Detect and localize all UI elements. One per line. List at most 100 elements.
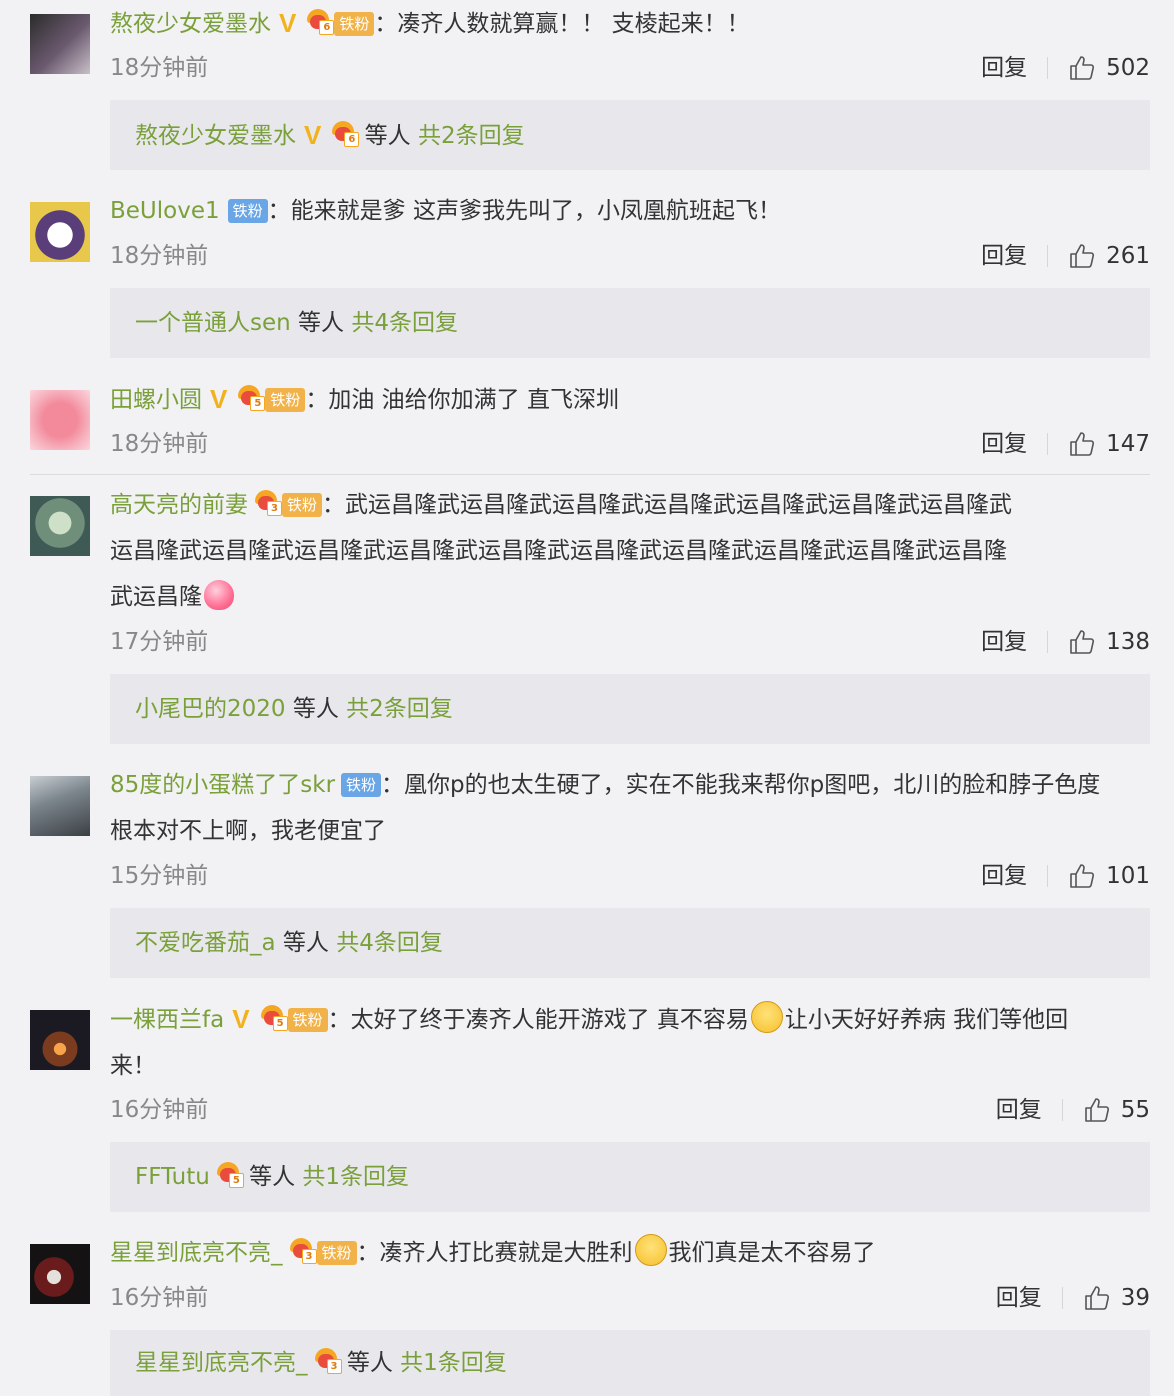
fan-badge: 铁粉 bbox=[287, 1008, 328, 1032]
comment-actions: 回复 55 bbox=[996, 1095, 1150, 1125]
like-count: 261 bbox=[1106, 243, 1150, 269]
timestamp: 16分钟前 bbox=[110, 1097, 209, 1123]
divider bbox=[1061, 1099, 1063, 1121]
divider bbox=[1047, 245, 1049, 267]
comment-body: 高天亮的前妻 3 铁粉 ：武运昌隆武运昌隆武运昌隆武运昌隆武运昌隆武运昌隆武运昌隆武 … bbox=[110, 482, 1148, 620]
thumbs-up-icon[interactable] bbox=[1068, 862, 1096, 890]
sub-reply-user[interactable]: 一个普通人sen bbox=[135, 310, 291, 336]
crown-icon: 6 bbox=[304, 9, 335, 35]
avatar[interactable] bbox=[30, 496, 90, 556]
sub-reply-etc: 等人 bbox=[364, 123, 411, 149]
comment-body: 85度的小蛋糕了了skr 铁粉 ：凰你p的也太生硬了，实在不能我来帮你p图吧，北川的… bbox=[110, 762, 1148, 854]
fan-badge: 铁粉 bbox=[341, 773, 382, 797]
sub-replies-box[interactable]: 不爱吃番茄_a 等人 共4条回复 bbox=[110, 908, 1150, 978]
username[interactable]: 星星到底亮不亮_ bbox=[110, 1240, 283, 1266]
avatar[interactable] bbox=[30, 776, 90, 836]
reply-button[interactable]: 回复 bbox=[996, 1283, 1042, 1313]
comment-text: 来！ bbox=[110, 1053, 156, 1079]
sub-reply-etc: 等人 bbox=[249, 1164, 296, 1190]
avatar[interactable] bbox=[30, 1010, 90, 1070]
comment-actions: 回复 39 bbox=[996, 1283, 1150, 1313]
sub-reply-count[interactable]: 共2条回复 bbox=[418, 123, 525, 149]
crying-emoji-icon bbox=[750, 1001, 783, 1033]
timestamp: 16分钟前 bbox=[110, 1285, 209, 1311]
like-count: 55 bbox=[1120, 1097, 1150, 1123]
sub-reply-user[interactable]: 不爱吃番茄_a bbox=[135, 930, 276, 956]
sub-reply-count[interactable]: 共1条回复 bbox=[302, 1164, 409, 1190]
comment-actions: 回复 502 bbox=[981, 53, 1150, 83]
avatar[interactable] bbox=[30, 14, 90, 74]
username[interactable]: 高天亮的前妻 bbox=[110, 492, 248, 518]
sub-replies-box[interactable]: 小尾巴的2020 等人 共2条回复 bbox=[110, 674, 1150, 744]
avatar[interactable] bbox=[30, 1244, 90, 1304]
comment-actions: 回复 261 bbox=[981, 241, 1150, 271]
sub-reply-count[interactable]: 共4条回复 bbox=[336, 930, 443, 956]
sub-reply-count[interactable]: 共4条回复 bbox=[351, 310, 458, 336]
comment-text: ：凑齐人数就算赢！！ 支棱起来！！ bbox=[374, 11, 750, 37]
reply-button[interactable]: 回复 bbox=[981, 241, 1027, 271]
verified-v-icon: V bbox=[232, 1004, 250, 1034]
comment-text: ：凑齐人打比赛就是大胜利 bbox=[356, 1240, 633, 1266]
like-count: 101 bbox=[1106, 863, 1150, 889]
thumbs-up-icon[interactable] bbox=[1083, 1284, 1111, 1312]
reply-button[interactable]: 回复 bbox=[981, 627, 1027, 657]
sub-reply-etc: 等人 bbox=[282, 930, 329, 956]
timestamp: 18分钟前 bbox=[110, 55, 209, 81]
username[interactable]: BeUlove1 bbox=[110, 198, 220, 224]
sub-reply-count[interactable]: 共1条回复 bbox=[400, 1350, 507, 1376]
crown-icon: 3 bbox=[287, 1238, 317, 1264]
like-count: 502 bbox=[1106, 55, 1150, 81]
sub-reply-user[interactable]: 熬夜少女爱墨水 bbox=[135, 123, 296, 149]
sub-reply-user[interactable]: FFTutu bbox=[135, 1164, 210, 1190]
comment-body: 田螺小圆 V 5 铁粉 ：加油 油给你加满了 直飞深圳 bbox=[110, 376, 1148, 423]
comment-divider bbox=[30, 474, 1150, 475]
timestamp: 18分钟前 bbox=[110, 243, 209, 269]
sub-reply-etc: 等人 bbox=[298, 310, 345, 336]
sub-reply-etc: 等人 bbox=[292, 696, 339, 722]
avatar[interactable] bbox=[30, 390, 90, 450]
sub-reply-user[interactable]: 小尾巴的2020 bbox=[135, 696, 286, 722]
thumbs-up-icon[interactable] bbox=[1068, 628, 1096, 656]
sub-reply-user[interactable]: 星星到底亮不亮_ bbox=[135, 1350, 308, 1376]
thumbs-up-icon[interactable] bbox=[1068, 242, 1096, 270]
divider bbox=[1047, 433, 1049, 455]
reply-button[interactable]: 回复 bbox=[996, 1095, 1042, 1125]
reply-button[interactable]: 回复 bbox=[981, 429, 1027, 459]
sub-replies-box[interactable]: 熬夜少女爱墨水 V 6 等人 共2条回复 bbox=[110, 100, 1150, 170]
sub-replies-box[interactable]: FFTutu 5 等人 共1条回复 bbox=[110, 1142, 1150, 1212]
crown-icon: 5 bbox=[235, 385, 266, 411]
comment-body: 星星到底亮不亮_ 3 铁粉 ：凑齐人打比赛就是大胜利 我们真是太不容易了 bbox=[110, 1230, 1148, 1276]
like-count: 138 bbox=[1106, 629, 1150, 655]
comment-text: ：凰你p的也太生硬了，实在不能我来帮你p图吧，北川的脸和脖子色度 bbox=[381, 772, 1101, 798]
fan-badge: 铁粉 bbox=[265, 388, 306, 412]
sub-replies-box[interactable]: 星星到底亮不亮_ 3 等人 共1条回复 bbox=[110, 1330, 1150, 1396]
sub-replies-box[interactable]: 一个普通人sen 等人 共4条回复 bbox=[110, 288, 1150, 358]
username[interactable]: 熬夜少女爱墨水 bbox=[110, 11, 271, 37]
username[interactable]: 一棵西兰fa bbox=[110, 1007, 224, 1033]
username[interactable]: 田螺小圆 bbox=[110, 387, 202, 413]
comment-text: 运昌隆武运昌隆武运昌隆武运昌隆武运昌隆武运昌隆武运昌隆武运昌隆武运昌隆武运昌隆 bbox=[110, 538, 1007, 564]
verified-v-icon: V bbox=[304, 120, 322, 150]
crown-icon: 5 bbox=[214, 1162, 244, 1188]
avatar[interactable] bbox=[30, 202, 90, 262]
thumbs-up-icon[interactable] bbox=[1068, 54, 1096, 82]
verified-v-icon: V bbox=[210, 384, 228, 414]
reply-button[interactable]: 回复 bbox=[981, 861, 1027, 891]
sub-reply-count[interactable]: 共2条回复 bbox=[346, 696, 453, 722]
fan-badge: 铁粉 bbox=[282, 493, 323, 517]
divider bbox=[1047, 57, 1049, 79]
timestamp: 15分钟前 bbox=[110, 863, 209, 889]
timestamp: 18分钟前 bbox=[110, 431, 209, 457]
heart-emoji-icon bbox=[204, 580, 234, 610]
fan-badge: 铁粉 bbox=[227, 199, 268, 223]
username[interactable]: 85度的小蛋糕了了skr bbox=[110, 772, 335, 798]
thumbs-up-icon[interactable] bbox=[1068, 430, 1096, 458]
crown-icon: 3 bbox=[252, 490, 282, 516]
reply-button[interactable]: 回复 bbox=[981, 53, 1027, 83]
crown-icon: 5 bbox=[258, 1005, 288, 1031]
comment-body: 一棵西兰fa V 5 铁粉 ：太好了终于凑齐人能开游戏了 真不容易 让小天好好养病 我们等… bbox=[110, 996, 1148, 1089]
verified-v-icon: V bbox=[279, 8, 297, 38]
divider bbox=[1047, 865, 1049, 887]
thumbs-up-icon[interactable] bbox=[1083, 1096, 1111, 1124]
pleading-emoji-icon bbox=[634, 1234, 667, 1266]
